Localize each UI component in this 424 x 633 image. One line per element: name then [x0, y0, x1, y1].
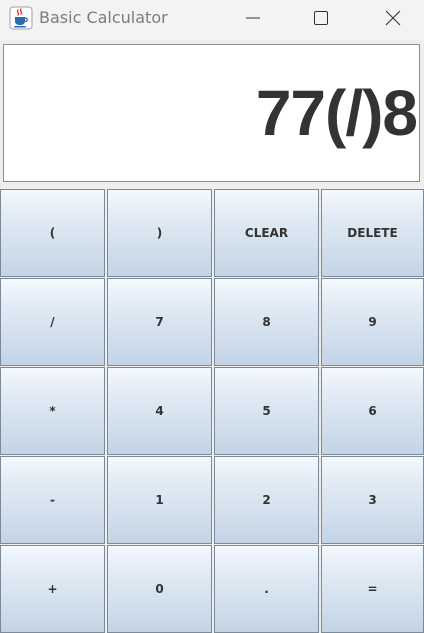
window-title: Basic Calculator	[39, 8, 168, 27]
close-paren-button[interactable]: )	[107, 189, 212, 277]
digit-4-button[interactable]: 4	[107, 367, 212, 455]
clear-button[interactable]: CLEAR	[214, 189, 319, 277]
digit-9-button[interactable]: 9	[321, 278, 424, 366]
digit-2-button[interactable]: 2	[214, 456, 319, 544]
subtract-button[interactable]: -	[0, 456, 105, 544]
add-button[interactable]: +	[0, 545, 105, 633]
digit-5-button[interactable]: 5	[214, 367, 319, 455]
close-icon	[385, 10, 401, 26]
digit-6-button[interactable]: 6	[321, 367, 424, 455]
title-bar: Basic Calculator	[0, 0, 424, 40]
delete-button[interactable]: DELETE	[321, 189, 424, 277]
keypad: ( ) CLEAR DELETE / 7 8 9 * 4 5 6 - 1 2 3…	[0, 189, 424, 633]
divide-button[interactable]: /	[0, 278, 105, 366]
decimal-point-button[interactable]: .	[214, 545, 319, 633]
close-button[interactable]	[370, 0, 416, 36]
multiply-button[interactable]: *	[0, 367, 105, 455]
digit-8-button[interactable]: 8	[214, 278, 319, 366]
digit-1-button[interactable]: 1	[107, 456, 212, 544]
digit-0-button[interactable]: 0	[107, 545, 212, 633]
open-paren-button[interactable]: (	[0, 189, 105, 277]
digit-3-button[interactable]: 3	[321, 456, 424, 544]
java-cup-icon	[9, 6, 33, 30]
maximize-icon	[314, 11, 328, 25]
calculator-display: 77(/)8	[3, 44, 420, 182]
equals-button[interactable]: =	[321, 545, 424, 633]
minimize-button[interactable]	[230, 0, 276, 36]
digit-7-button[interactable]: 7	[107, 278, 212, 366]
display-expression: 77(/)8	[255, 77, 418, 149]
minimize-icon	[246, 17, 260, 19]
maximize-button[interactable]	[298, 0, 344, 36]
